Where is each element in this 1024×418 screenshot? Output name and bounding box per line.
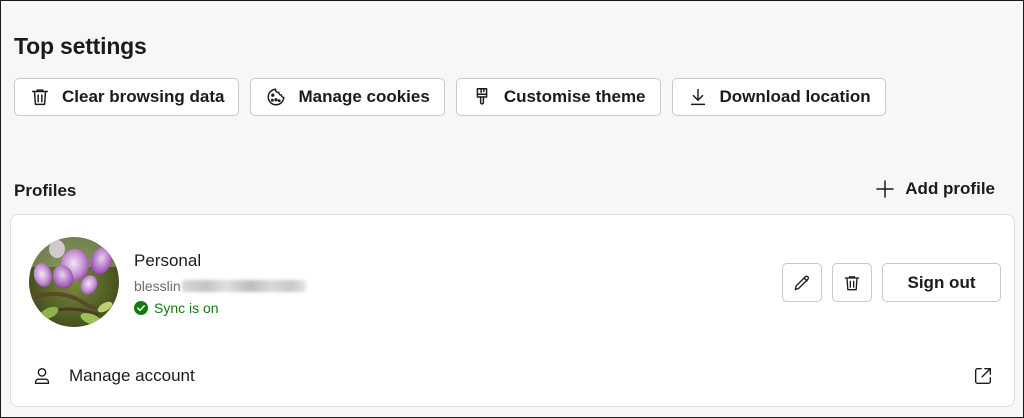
- download-location-label: Download location: [719, 87, 871, 106]
- paintbrush-icon: [471, 86, 493, 108]
- trash-icon: [29, 86, 51, 108]
- manage-cookies-label: Manage cookies: [298, 87, 430, 106]
- clear-browsing-data-button[interactable]: Clear browsing data: [14, 78, 240, 116]
- person-icon: [34, 367, 50, 385]
- delete-profile-button[interactable]: [832, 263, 872, 302]
- sync-status-label: Sync is on: [154, 300, 219, 316]
- customise-theme-button[interactable]: Customise theme: [455, 78, 661, 116]
- profile-card: Personal blesslin Sync is on Sign out Ma…: [10, 214, 1015, 407]
- plus-icon: [875, 179, 895, 199]
- checkmark-circle-icon: [134, 301, 148, 315]
- download-location-button[interactable]: Download location: [671, 78, 886, 116]
- profile-name: Personal: [134, 251, 202, 270]
- manage-account-label: Manage account: [69, 366, 195, 385]
- profile-email-text: blesslin: [134, 278, 181, 294]
- add-profile-label: Add profile: [905, 179, 995, 198]
- open-external-icon[interactable]: [972, 365, 994, 387]
- customise-theme-label: Customise theme: [503, 87, 646, 106]
- avatar[interactable]: [29, 237, 119, 327]
- sign-out-button[interactable]: Sign out: [882, 263, 1001, 302]
- download-icon: [687, 86, 709, 108]
- manage-cookies-button[interactable]: Manage cookies: [250, 78, 445, 116]
- sync-status: Sync is on: [134, 300, 219, 316]
- pencil-icon: [794, 275, 809, 290]
- top-settings-buttons: Clear browsing data Manage cookies Custo…: [14, 78, 886, 116]
- cookie-icon: [265, 86, 287, 108]
- profile-email: blesslin: [134, 278, 306, 294]
- settings-page: Top settings Clear browsing data Manage …: [0, 0, 1024, 418]
- manage-account-row[interactable]: Manage account: [11, 353, 1014, 399]
- trash-icon: [844, 275, 860, 290]
- clear-browsing-data-label: Clear browsing data: [62, 87, 225, 106]
- email-redaction: [181, 280, 306, 292]
- profiles-heading: Profiles: [14, 181, 77, 200]
- edit-profile-button[interactable]: [782, 263, 822, 302]
- top-settings-title: Top settings: [14, 33, 147, 59]
- add-profile-button[interactable]: Add profile: [875, 179, 995, 199]
